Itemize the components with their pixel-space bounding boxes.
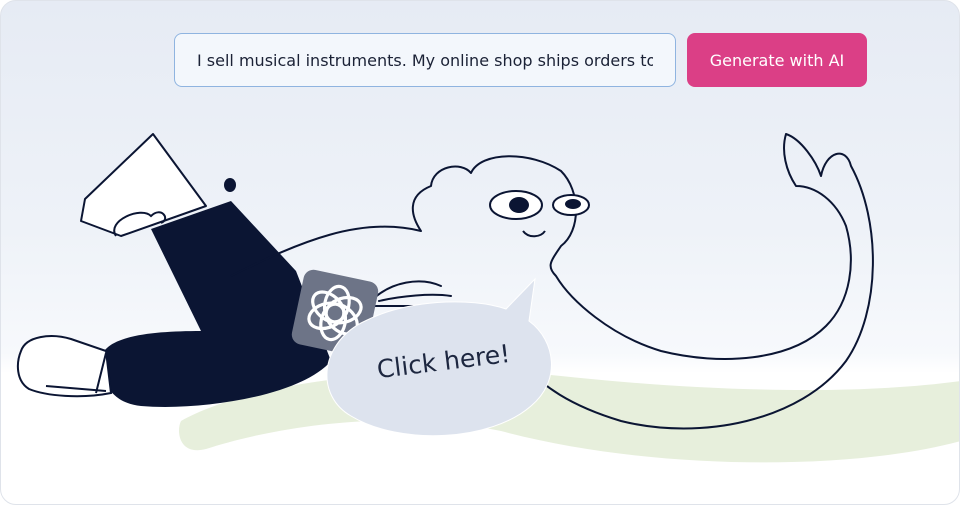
generate-with-ai-button[interactable]: Generate with AI bbox=[687, 33, 867, 87]
mouth bbox=[522, 230, 546, 238]
hero-card: Generate with AI Click here! bbox=[0, 0, 960, 505]
tassel bbox=[224, 178, 236, 192]
ground-swoosh bbox=[179, 371, 959, 463]
prompt-input[interactable] bbox=[174, 33, 676, 87]
